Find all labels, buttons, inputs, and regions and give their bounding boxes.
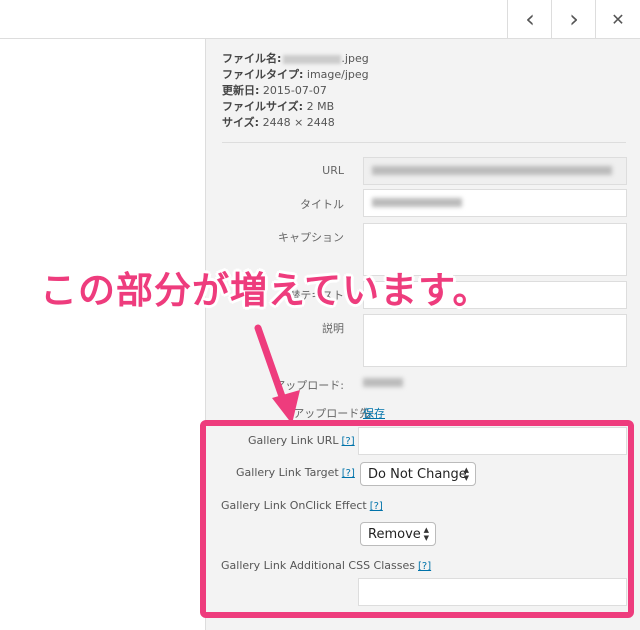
updated-value: 2015-07-07	[262, 84, 327, 97]
file-meta: ファイル名: .jpeg ファイルタイプ: image/jpeg 更新日: 201…	[222, 51, 369, 131]
filename-suffix: .jpeg	[341, 52, 369, 65]
description-textarea[interactable]	[363, 314, 627, 367]
filename-blurred	[283, 54, 342, 64]
caption-label: キャプション	[278, 231, 344, 244]
arrow-shaft	[254, 324, 289, 409]
filesize-label: ファイルサイズ:	[222, 100, 304, 113]
filetype-value: image/jpeg	[306, 68, 369, 81]
uploaded-to-link[interactable]: 保存	[363, 405, 385, 421]
uploader-value-blurred	[363, 378, 403, 387]
divider	[222, 142, 626, 143]
filename-label: ファイル名:	[222, 52, 282, 65]
previous-button[interactable]: ‹	[507, 0, 552, 38]
close-button[interactable]: ✕	[595, 0, 640, 38]
chevron-right-icon: ›	[569, 5, 579, 33]
arrow-head	[272, 390, 300, 424]
updated-label: 更新日:	[222, 84, 260, 97]
url-label: URL	[322, 164, 344, 177]
callout-text: この部分が増えています。	[40, 269, 491, 312]
close-icon: ✕	[611, 9, 625, 29]
highlight-box	[200, 420, 634, 618]
filesize-value: 2 MB	[306, 100, 335, 113]
modal-header: ‹ › ✕	[0, 0, 640, 39]
title-value-blurred	[372, 198, 462, 207]
annotation-arrow	[254, 324, 300, 424]
next-button[interactable]: ›	[551, 0, 596, 38]
title-label: タイトル	[300, 198, 344, 211]
image-preview-pane	[0, 39, 205, 630]
title-field[interactable]	[363, 189, 627, 217]
size-value: 2448 × 2448	[262, 116, 335, 129]
filetype-label: ファイルタイプ:	[222, 68, 304, 81]
chevron-left-icon: ‹	[525, 5, 535, 33]
url-value-blurred	[372, 166, 612, 175]
url-field[interactable]	[363, 157, 627, 185]
size-label: サイズ:	[222, 116, 260, 129]
